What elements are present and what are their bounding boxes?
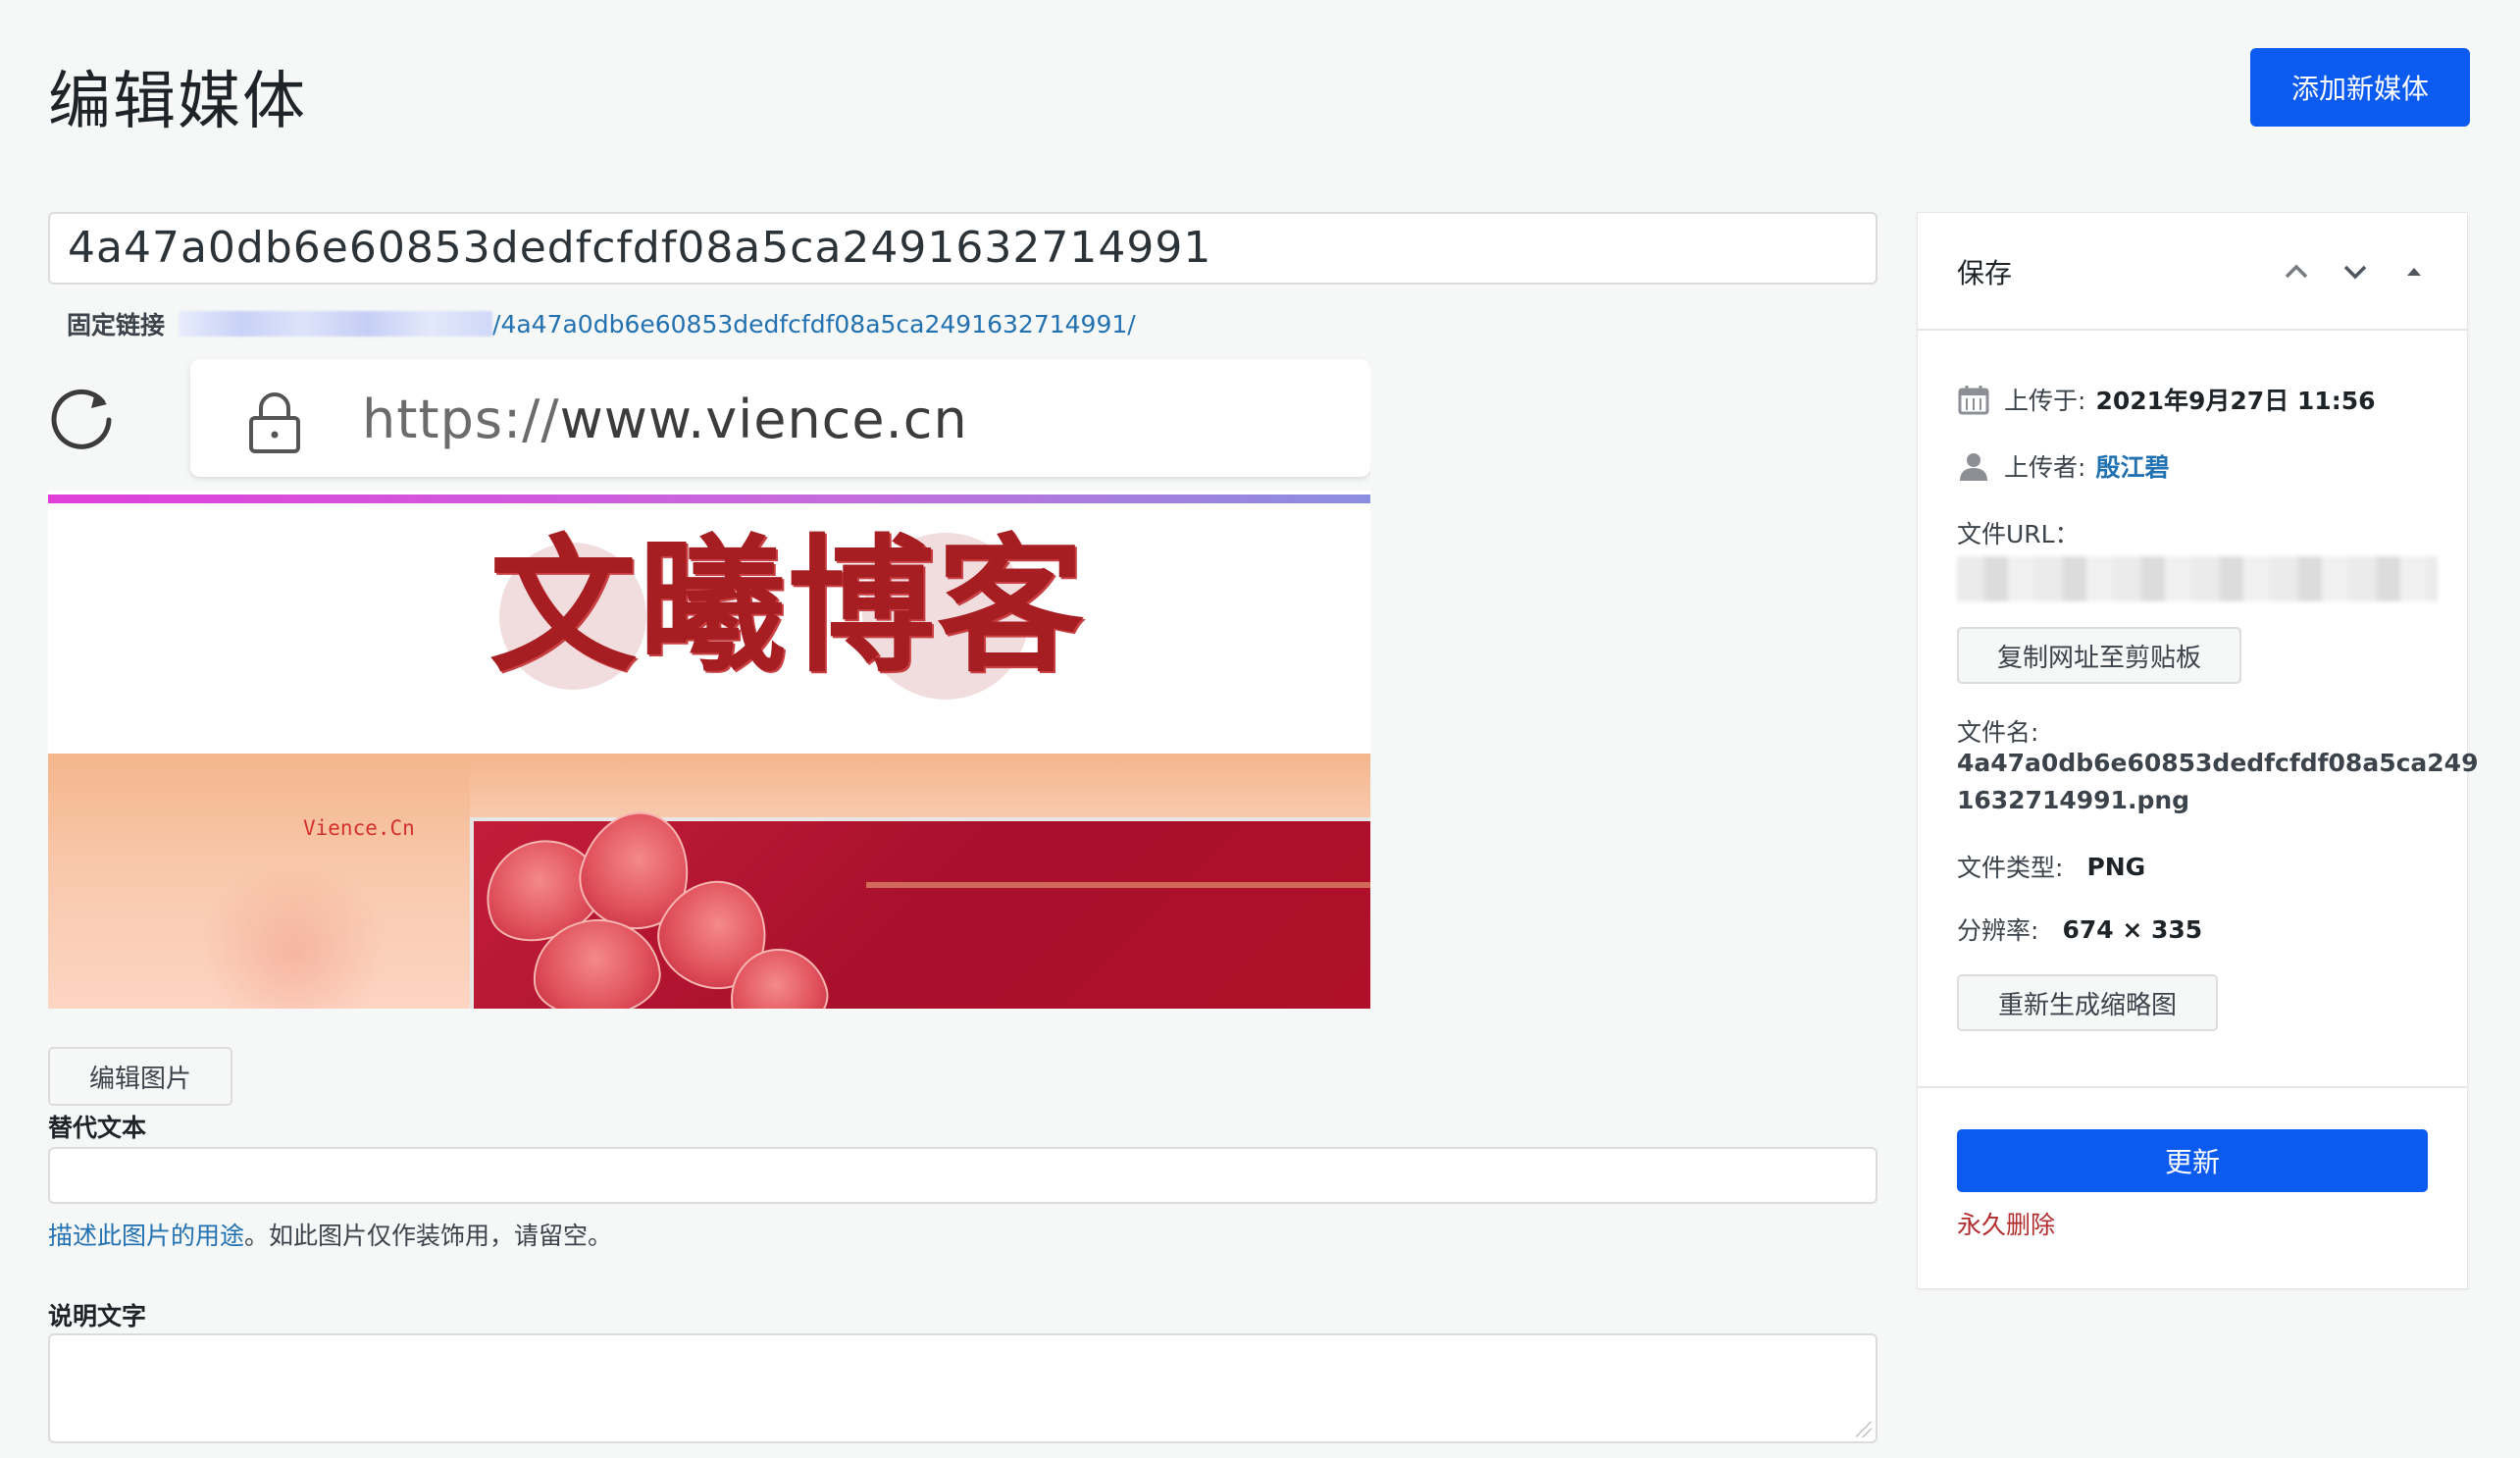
file-type-value: PNG xyxy=(2086,852,2146,881)
save-panel-header: 保存 xyxy=(1918,213,2467,331)
uploaded-by-row: 上传者: 殷江碧 xyxy=(1957,448,2169,484)
preview-flower-faint xyxy=(195,863,391,1009)
uploaded-on-label: 上传于: xyxy=(2004,387,2086,415)
preview-banner-stripe xyxy=(866,882,1370,888)
preview-browser-bar: https://www.vience.cn xyxy=(48,353,1370,491)
media-preview: https://www.vience.cn 文曦博客 Vience.Cn xyxy=(48,353,1370,1009)
save-panel: 保存 上传于: 2021年9月27日 11:56 上传者: 殷江碧 文件URL：… xyxy=(1917,212,2478,1289)
file-name-line2: 1632714991.png xyxy=(1957,786,2189,814)
calendar-icon xyxy=(1958,386,1989,415)
permalink-label: 固定链接 xyxy=(67,311,166,339)
permalink-blurred xyxy=(179,311,493,337)
uploaded-on-value: 2021年9月27日 11:56 xyxy=(2095,387,2376,415)
media-title-input[interactable]: 4a47a0db6e60853dedfcfdf08a5ca24916327149… xyxy=(48,212,1877,285)
alt-text-help: 描述此图片的用途。如此图片仅作装饰用，请留空。 xyxy=(48,1217,612,1252)
update-button[interactable]: 更新 xyxy=(1957,1129,2428,1192)
uploader-link[interactable]: 殷江碧 xyxy=(2095,448,2169,484)
page-title: 编辑媒体 xyxy=(48,66,307,138)
file-name-label: 文件名: xyxy=(1957,718,2039,747)
file-name-value-2: 1632714991.png xyxy=(1957,786,2190,814)
resolution-label: 分辨率: xyxy=(1957,916,2039,945)
uploaded-by-label: 上传者: xyxy=(2004,453,2086,482)
regenerate-thumbnails-button[interactable]: 重新生成缩略图 xyxy=(1957,974,2218,1031)
preview-url-box: https://www.vience.cn xyxy=(190,359,1370,477)
file-name-value-1: 4a47a0db6e60853dedfcfdf08a5ca249 xyxy=(1957,749,2479,777)
alt-text-help-link[interactable]: 描述此图片的用途 xyxy=(48,1222,244,1250)
preview-url-host: www.vience.cn xyxy=(559,389,968,450)
reload-icon xyxy=(51,389,112,449)
file-url-label: 文件URL： xyxy=(1957,520,2080,548)
caption-textarea[interactable] xyxy=(48,1333,1877,1443)
permalink: 固定链接 /4a47a0db6e60853dedfcfdf08a5ca24916… xyxy=(67,306,1136,341)
preview-watermark: Vience.Cn xyxy=(303,816,415,840)
edit-image-button[interactable]: 编辑图片 xyxy=(48,1047,232,1106)
file-type-label: 文件类型: xyxy=(1957,854,2064,882)
resolution-value: 674 × 335 xyxy=(2062,914,2203,944)
copy-url-button[interactable]: 复制网址至剪贴板 xyxy=(1957,627,2241,684)
preview-banner-top xyxy=(470,754,1370,817)
alt-text-help-rest: 。如此图片仅作装饰用，请留空。 xyxy=(244,1222,613,1250)
user-icon xyxy=(1960,453,1987,481)
file-url-field[interactable] xyxy=(1957,556,2438,601)
resolution-row: 分辨率: 674 × 335 xyxy=(1957,911,2202,947)
add-new-media-button[interactable]: 添加新媒体 xyxy=(2250,48,2470,127)
alt-text-input[interactable] xyxy=(48,1147,1877,1204)
alt-text-label: 替代文本 xyxy=(48,1114,147,1142)
chevron-up-icon[interactable] xyxy=(2279,254,2314,289)
resize-grip-icon[interactable] xyxy=(1856,1422,1872,1437)
collapse-triangle-icon[interactable] xyxy=(2396,254,2432,289)
preview-logo-area: 文曦博客 xyxy=(48,503,1370,754)
lock-icon xyxy=(249,392,300,453)
preview-gradient-line xyxy=(48,495,1370,503)
preview-logo-text: 文曦博客 xyxy=(489,520,1087,693)
file-name-line1: 4a47a0db6e60853dedfcfdf08a5ca249 xyxy=(1957,749,2478,777)
permalink-link[interactable]: /4a47a0db6e60853dedfcfdf08a5ca2491632714… xyxy=(492,310,1136,338)
chevron-down-icon[interactable] xyxy=(2338,254,2373,289)
caption-label: 说明文字 xyxy=(48,1302,147,1330)
delete-permanently-link[interactable]: 永久删除 xyxy=(1957,1206,2055,1241)
save-panel-divider xyxy=(1918,1086,2467,1088)
file-type-row: 文件类型: PNG xyxy=(1957,849,2145,884)
uploaded-on-row: 上传于: 2021年9月27日 11:56 xyxy=(1957,382,2375,417)
preview-url-text: https://www.vience.cn xyxy=(362,389,968,450)
preview-url-scheme: https:// xyxy=(362,389,560,450)
preview-banner-red xyxy=(470,799,1370,1009)
save-panel-title: 保存 xyxy=(1957,257,2013,289)
